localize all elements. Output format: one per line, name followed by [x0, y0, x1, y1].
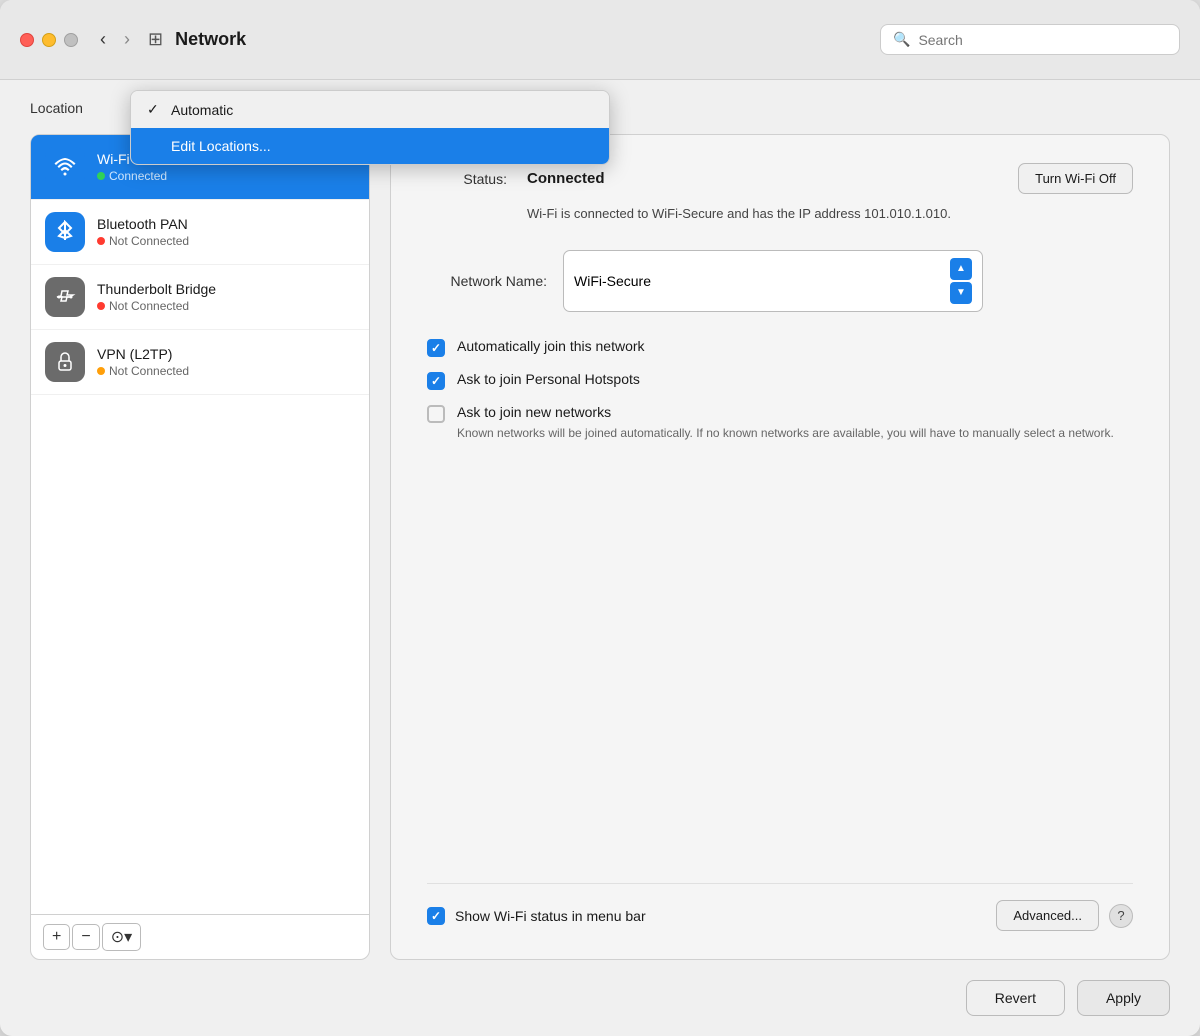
maximize-button[interactable] — [64, 33, 78, 47]
forward-button[interactable]: › — [118, 27, 136, 52]
advanced-button[interactable]: Advanced... — [996, 900, 1099, 931]
vpn-network-info: VPN (L2TP) Not Connected — [97, 346, 189, 378]
bottom-section: Show Wi-Fi status in menu bar Advanced..… — [427, 883, 1133, 931]
location-dropdown-menu: ✓ Automatic Edit Locations... — [130, 90, 610, 165]
vpn-status-dot — [97, 367, 105, 375]
traffic-lights — [20, 33, 78, 47]
thunderbolt-status-dot — [97, 302, 105, 310]
dropdown-item-edit-locations[interactable]: Edit Locations... — [131, 128, 609, 164]
apply-button[interactable]: Apply — [1077, 980, 1170, 1016]
status-value: Connected — [527, 170, 605, 187]
status-description: Wi-Fi is connected to WiFi-Secure and ha… — [527, 204, 1133, 224]
sidebar: Wi-Fi Connected — [30, 134, 370, 960]
close-button[interactable] — [20, 33, 34, 47]
body-area: Wi-Fi Connected — [30, 134, 1170, 960]
network-stepper[interactable]: ▲ ▼ — [950, 258, 972, 304]
help-button[interactable]: ? — [1109, 904, 1133, 928]
checkbox-row-auto-join: Automatically join this network — [427, 338, 1133, 357]
stepper-down-arrow[interactable]: ▼ — [950, 282, 972, 304]
dropdown-item-automatic-label: Automatic — [171, 102, 233, 118]
grid-icon[interactable]: ⊞ — [148, 29, 163, 50]
vpn-status-text: Not Connected — [109, 364, 189, 378]
bluetooth-icon — [45, 212, 85, 252]
auto-join-checkbox[interactable] — [427, 339, 445, 357]
wifi-icon — [45, 147, 85, 187]
thunderbolt-icon — [45, 277, 85, 317]
edit-checkmark — [147, 138, 163, 154]
turn-wifi-button[interactable]: Turn Wi-Fi Off — [1018, 163, 1133, 194]
show-wifi-checkbox[interactable] — [427, 907, 445, 925]
checkmark-icon: ✓ — [147, 101, 163, 118]
dropdown-item-automatic[interactable]: ✓ Automatic — [131, 91, 609, 128]
sidebar-item-vpn[interactable]: VPN (L2TP) Not Connected — [31, 330, 369, 395]
more-options-button[interactable]: ⊙▾ — [102, 923, 141, 951]
network-name-row: Network Name: WiFi-Secure ▲ ▼ — [427, 250, 1133, 312]
bottom-buttons: Advanced... ? — [996, 900, 1133, 931]
minimize-button[interactable] — [42, 33, 56, 47]
thunderbolt-status-row: Not Connected — [97, 299, 216, 313]
ask-hotspot-checkbox[interactable] — [427, 372, 445, 390]
ask-hotspot-label: Ask to join Personal Hotspots — [457, 371, 640, 387]
vpn-icon — [45, 342, 85, 382]
wifi-status-text: Connected — [109, 169, 167, 183]
main-panel: Status: Connected Turn Wi-Fi Off Wi-Fi i… — [390, 134, 1170, 960]
ask-new-sublabel: Known networks will be joined automatica… — [457, 424, 1114, 442]
ask-new-text: Ask to join new networks Known networks … — [457, 404, 1114, 442]
sidebar-item-bluetooth[interactable]: Bluetooth PAN Not Connected — [31, 200, 369, 265]
show-wifi-row: Show Wi-Fi status in menu bar — [427, 906, 996, 925]
bluetooth-status-row: Not Connected — [97, 234, 189, 248]
sidebar-toolbar: + − ⊙▾ — [31, 914, 369, 959]
more-options-icon: ⊙▾ — [111, 927, 132, 947]
network-name-value: WiFi-Secure — [574, 273, 651, 289]
search-box[interactable]: 🔍 — [880, 24, 1180, 55]
location-row: Location ✓ Automatic Edit Locations... — [30, 100, 1170, 116]
bluetooth-name: Bluetooth PAN — [97, 216, 189, 232]
ask-new-label: Ask to join new networks — [457, 404, 1114, 420]
status-label: Status: — [427, 171, 507, 187]
main-content: Location ✓ Automatic Edit Locations... — [0, 80, 1200, 960]
titlebar: ‹ › ⊞ Network 🔍 — [0, 0, 1200, 80]
network-name-select[interactable]: WiFi-Secure ▲ ▼ — [563, 250, 983, 312]
show-wifi-label: Show Wi-Fi status in menu bar — [455, 908, 646, 924]
bluetooth-status-dot — [97, 237, 105, 245]
ask-new-checkbox[interactable] — [427, 405, 445, 423]
stepper-up-arrow[interactable]: ▲ — [950, 258, 972, 280]
thunderbolt-network-info: Thunderbolt Bridge Not Connected — [97, 281, 216, 313]
sidebar-list: Wi-Fi Connected — [31, 135, 369, 914]
location-label: Location — [30, 100, 83, 116]
auto-join-label: Automatically join this network — [457, 338, 645, 354]
remove-network-button[interactable]: − — [72, 924, 99, 950]
app-window: ‹ › ⊞ Network 🔍 Location ✓ Automatic Edi… — [0, 0, 1200, 1036]
sidebar-item-thunderbolt[interactable]: Thunderbolt Bridge Not Connected — [31, 265, 369, 330]
vpn-name: VPN (L2TP) — [97, 346, 189, 362]
footer: Revert Apply — [0, 960, 1200, 1036]
checkbox-row-ask-hotspot: Ask to join Personal Hotspots — [427, 371, 1133, 390]
search-icon: 🔍 — [893, 31, 910, 48]
checkbox-row-ask-new: Ask to join new networks Known networks … — [427, 404, 1133, 442]
status-description-text: Wi-Fi is connected to WiFi-Secure and ha… — [527, 206, 951, 221]
bluetooth-network-info: Bluetooth PAN Not Connected — [97, 216, 189, 248]
bluetooth-status-text: Not Connected — [109, 234, 189, 248]
status-row: Status: Connected Turn Wi-Fi Off — [427, 163, 1133, 194]
thunderbolt-status-text: Not Connected — [109, 299, 189, 313]
revert-button[interactable]: Revert — [966, 980, 1065, 1016]
dropdown-item-edit-locations-label: Edit Locations... — [171, 138, 271, 154]
network-name-label: Network Name: — [427, 273, 547, 289]
page-title: Network — [175, 29, 880, 50]
add-network-button[interactable]: + — [43, 924, 70, 950]
checkbox-section: Automatically join this network Ask to j… — [427, 338, 1133, 442]
thunderbolt-name: Thunderbolt Bridge — [97, 281, 216, 297]
vpn-status-row: Not Connected — [97, 364, 189, 378]
wifi-status-row: Connected — [97, 169, 167, 183]
back-button[interactable]: ‹ — [94, 27, 112, 52]
wifi-status-dot — [97, 172, 105, 180]
search-input[interactable] — [918, 32, 1167, 48]
nav-buttons: ‹ › — [94, 27, 136, 52]
